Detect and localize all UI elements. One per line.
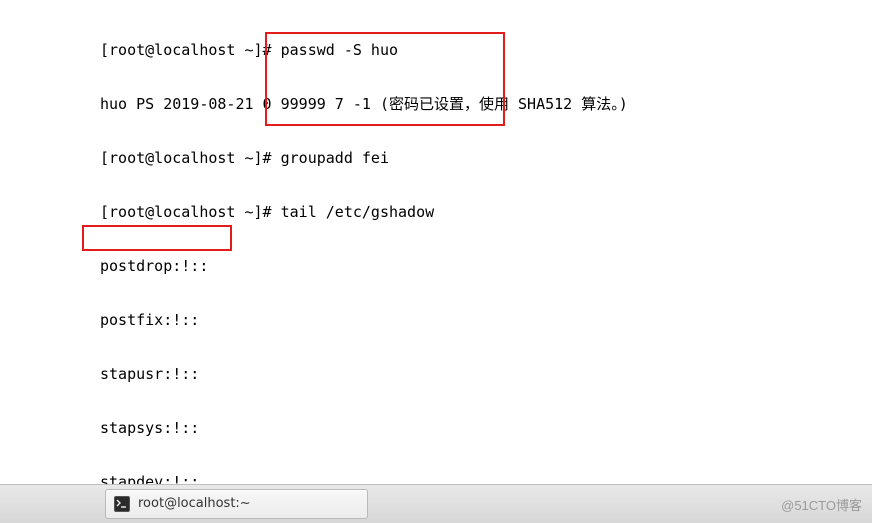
- terminal-line: huo PS 2019-08-21 0 99999 7 -1 (密码已设置，使用…: [100, 95, 628, 113]
- terminal-line: postfix:!::: [100, 311, 628, 329]
- terminal-line: [root@localhost ~]# tail /etc/gshadow: [100, 203, 628, 221]
- terminal-line: [root@localhost ~]# passwd -S huo: [100, 41, 628, 59]
- terminal-output[interactable]: [root@localhost ~]# passwd -S huo huo PS…: [100, 5, 628, 523]
- terminal-line: [root@localhost ~]# groupadd fei: [100, 149, 628, 167]
- taskbar-item-terminal[interactable]: root@localhost:~: [105, 489, 368, 519]
- watermark: @51CTO博客: [781, 497, 862, 515]
- terminal-line: postdrop:!::: [100, 257, 628, 275]
- terminal-icon: [114, 496, 130, 512]
- taskbar-item-label: root@localhost:~: [138, 495, 251, 513]
- taskbar: root@localhost:~: [0, 484, 872, 523]
- terminal-line: stapusr:!::: [100, 365, 628, 383]
- terminal-line: stapsys:!::: [100, 419, 628, 437]
